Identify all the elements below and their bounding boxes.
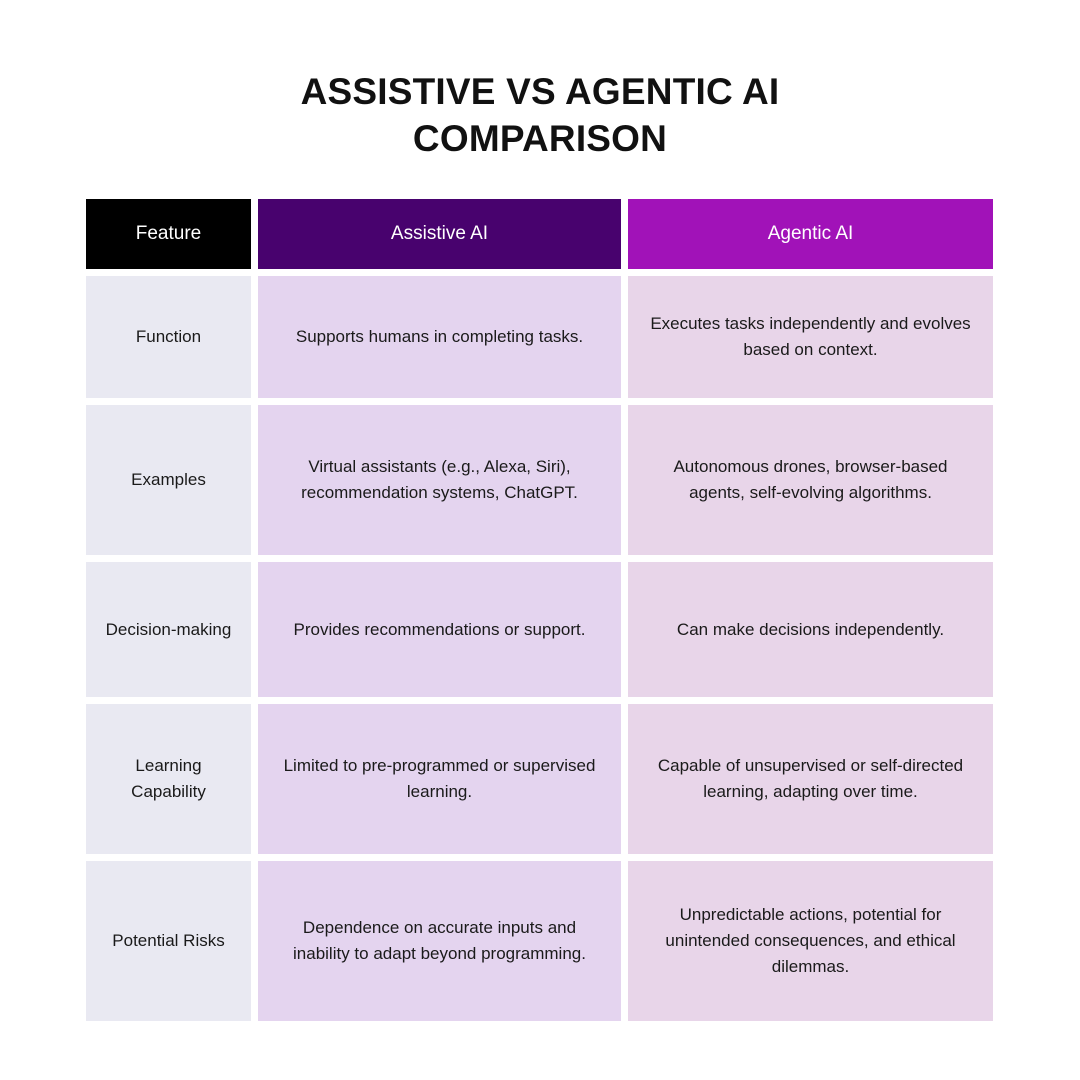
row-label-potential-risks: Potential Risks	[86, 861, 251, 1021]
column-header-feature: Feature	[86, 199, 251, 269]
comparison-table: Feature Assistive AI Agentic AI Function…	[86, 199, 993, 1021]
row-label-decision-making: Decision-making	[86, 562, 251, 697]
row-label-learning-capability: Learning Capability	[86, 704, 251, 854]
cell-function-assistive: Supports humans in completing tasks.	[258, 276, 621, 398]
table-header-row: Feature Assistive AI Agentic AI	[86, 199, 993, 269]
cell-potential-risks-agentic: Unpredictable actions, potential for uni…	[628, 861, 993, 1021]
cell-learning-capability-assistive: Limited to pre-programmed or supervised …	[258, 704, 621, 854]
row-label-function: Function	[86, 276, 251, 398]
row-label-examples: Examples	[86, 405, 251, 555]
table-row: Decision-making Provides recommendations…	[86, 562, 993, 697]
page-title: ASSISTIVE VS AGENTIC AI COMPARISON	[0, 68, 1080, 162]
table-row: Function Supports humans in completing t…	[86, 276, 993, 398]
cell-potential-risks-assistive: Dependence on accurate inputs and inabil…	[258, 861, 621, 1021]
column-header-agentic-ai: Agentic AI	[628, 199, 993, 269]
cell-decision-making-assistive: Provides recommendations or support.	[258, 562, 621, 697]
comparison-infographic: ASSISTIVE VS AGENTIC AI COMPARISON Featu…	[0, 0, 1080, 1080]
cell-examples-assistive: Virtual assistants (e.g., Alexa, Siri), …	[258, 405, 621, 555]
cell-learning-capability-agentic: Capable of unsupervised or self-directed…	[628, 704, 993, 854]
table-row: Learning Capability Limited to pre-progr…	[86, 704, 993, 854]
table-row: Potential Risks Dependence on accurate i…	[86, 861, 993, 1021]
cell-examples-agentic: Autonomous drones, browser-based agents,…	[628, 405, 993, 555]
cell-function-agentic: Executes tasks independently and evolves…	[628, 276, 993, 398]
column-header-assistive-ai: Assistive AI	[258, 199, 621, 269]
page-title-line-2: COMPARISON	[412, 118, 668, 159]
cell-decision-making-agentic: Can make decisions independently.	[628, 562, 993, 697]
page-title-line-1: ASSISTIVE VS AGENTIC AI	[300, 71, 780, 112]
table-row: Examples Virtual assistants (e.g., Alexa…	[86, 405, 993, 555]
